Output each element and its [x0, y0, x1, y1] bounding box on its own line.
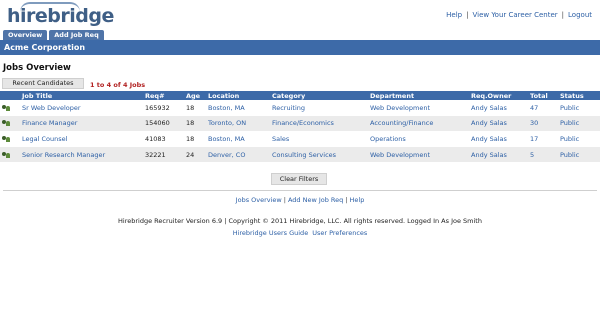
req-owner: Andy Salas	[469, 115, 528, 132]
category: Sales	[272, 134, 290, 143]
icon-column-header	[0, 91, 20, 100]
total-candidates-link[interactable]: 5	[528, 146, 558, 163]
total-candidates-link[interactable]: 17	[528, 131, 558, 147]
separator: |	[561, 11, 565, 19]
copyright-text: Hirebridge Recruiter Version 6.9 | Copyr…	[118, 217, 482, 225]
recent-candidates-button[interactable]: Recent Candidates	[2, 78, 84, 89]
tab-bar: Overview Add Job Req	[3, 30, 104, 40]
row-icon-cell	[0, 146, 20, 163]
req-number: 32221	[143, 146, 184, 163]
candidates-icon[interactable]	[2, 119, 12, 127]
req-number: 154060	[143, 115, 184, 132]
separator: |	[345, 196, 348, 204]
jobs-table: Job Title Req# Age Location Category Dep…	[0, 91, 600, 163]
column-header-req[interactable]: Req#	[143, 91, 184, 100]
column-header-status[interactable]: Status	[558, 91, 600, 100]
age: 18	[184, 115, 206, 132]
candidates-icon[interactable]	[2, 104, 12, 112]
column-header-age[interactable]: Age	[184, 91, 206, 100]
page-title: Jobs Overview	[3, 63, 71, 73]
footer-add-new-job-req-link[interactable]: Add New Job Req	[288, 196, 343, 204]
req-number: 165932	[145, 103, 170, 112]
users-guide-link[interactable]: Hirebridge Users Guide	[233, 229, 309, 237]
clear-filters-button[interactable]: Clear Filters	[271, 173, 327, 185]
separator: |	[466, 11, 469, 19]
status: Public	[558, 146, 600, 163]
req-owner: Andy Salas	[471, 103, 507, 112]
footer-help-link[interactable]: Help	[350, 196, 365, 204]
logout-link[interactable]: Logout	[568, 11, 592, 19]
total-candidates-link[interactable]: 47	[528, 100, 558, 116]
status: Public	[558, 115, 600, 132]
status: Public	[560, 103, 580, 112]
view-career-center-link[interactable]: View Your Career Center	[472, 11, 557, 19]
table-row: Legal Counsel 41083 18 Boston, MA Sales …	[0, 131, 600, 147]
category: Finance/Economics	[270, 115, 368, 132]
table-row: Sr Web Developer 165932 18 Boston, MA Re…	[0, 100, 600, 116]
job-title-link[interactable]: Finance Manager	[20, 115, 143, 132]
separator: |	[283, 196, 286, 204]
table-row: Finance Manager 154060 18 Toronto, ON Fi…	[0, 115, 600, 132]
divider	[3, 190, 597, 191]
column-header-req-owner[interactable]: Req.Owner	[469, 91, 528, 100]
category: Recruiting	[272, 103, 305, 112]
footer-jobs-overview-link[interactable]: Jobs Overview	[236, 196, 282, 204]
row-icon-cell	[0, 115, 20, 132]
column-header-total[interactable]: Total	[528, 91, 558, 100]
age: 24	[184, 146, 206, 163]
job-title-link[interactable]: Sr Web Developer	[20, 100, 143, 116]
department: Operations	[370, 134, 406, 143]
candidates-icon[interactable]	[2, 135, 12, 143]
column-header-department[interactable]: Department	[368, 91, 469, 100]
column-header-job-title[interactable]: Job Title	[20, 91, 143, 100]
tab-overview[interactable]: Overview	[3, 30, 48, 40]
help-link[interactable]: Help	[446, 11, 462, 19]
age: 18	[186, 103, 195, 112]
jobs-count-text: 1 to 4 of 4 Jobs	[90, 81, 146, 89]
column-header-category[interactable]: Category	[270, 91, 368, 100]
location: Denver, CO	[206, 146, 270, 163]
user-preferences-link[interactable]: User Preferences	[312, 229, 367, 237]
department: Accounting/Finance	[368, 115, 469, 132]
department: Web Development	[370, 103, 430, 112]
req-number: 41083	[145, 134, 166, 143]
location: Boston, MA	[208, 134, 245, 143]
company-name-bar: Acme Corporation	[0, 40, 600, 55]
job-title-link[interactable]: Legal Counsel	[20, 131, 143, 147]
header: hirebridge Help | View Your Career Center |…	[0, 0, 600, 30]
tab-add-job-req[interactable]: Add Job Req	[49, 30, 104, 40]
row-icon-cell	[0, 131, 20, 147]
job-title-link[interactable]: Senior Research Manager	[20, 146, 143, 163]
footer-nav: Jobs Overview | Add New Job Req | Help	[0, 196, 600, 204]
status: Public	[560, 134, 580, 143]
table-header-row: Job Title Req# Age Location Category Dep…	[0, 91, 600, 100]
candidates-icon[interactable]	[2, 151, 12, 159]
req-owner: Andy Salas	[469, 146, 528, 163]
req-owner: Andy Salas	[471, 134, 507, 143]
table-row: Senior Research Manager 32221 24 Denver,…	[0, 146, 600, 163]
location: Boston, MA	[208, 103, 245, 112]
row-icon-cell	[0, 100, 20, 116]
top-links: Help | View Your Career Center | Logout	[446, 11, 592, 19]
total-candidates-link[interactable]: 30	[528, 115, 558, 132]
department: Web Development	[368, 146, 469, 163]
location: Toronto, ON	[206, 115, 270, 132]
hirebridge-logo[interactable]: hirebridge	[7, 5, 114, 27]
category: Consulting Services	[270, 146, 368, 163]
footer-secondary-links: Hirebridge Users Guide User Preferences	[0, 229, 600, 237]
column-header-location[interactable]: Location	[206, 91, 270, 100]
age: 18	[186, 134, 195, 143]
